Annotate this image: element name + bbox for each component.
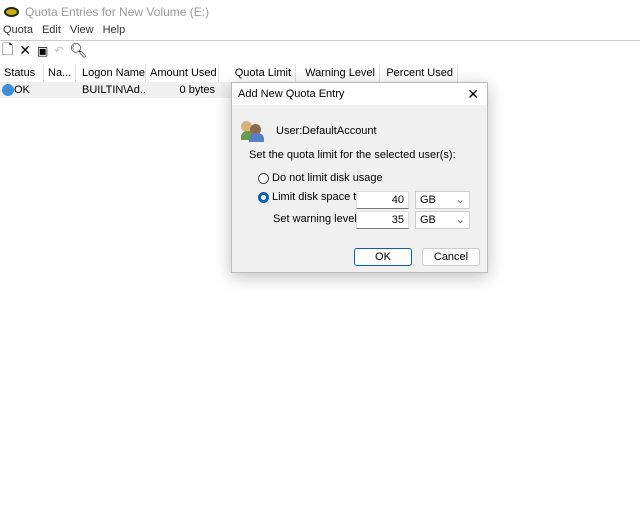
name-cell (44, 82, 76, 98)
add-quota-dialog: Add New Quota Entry ✕ User: DefaultAccou… (231, 82, 488, 273)
chevron-down-icon: ⌄ (455, 194, 465, 206)
window-title: Quota Entries for New Volume (E:) (25, 5, 210, 19)
chevron-down-icon: ⌄ (455, 214, 465, 226)
new-icon[interactable]: 🗋 (2, 39, 13, 63)
user-value: DefaultAccount (302, 125, 377, 137)
column-warning-level[interactable]: Warning Level (296, 64, 380, 82)
column-logon-name[interactable]: Logon Name (76, 64, 146, 82)
status-ok-icon (2, 84, 14, 97)
limit-value-input[interactable]: 40 (356, 191, 409, 209)
no-limit-radio[interactable]: Do not limit disk usage (258, 172, 383, 184)
toolbar: 🗋 ✕ ▣ ↶ 🔍︎ (0, 40, 640, 60)
delete-icon[interactable]: ✕ (19, 42, 31, 59)
column-status[interactable]: Status (0, 64, 44, 82)
menu-help[interactable]: Help (100, 24, 132, 40)
ok-button[interactable]: OK (354, 248, 412, 266)
find-icon[interactable]: 🔍︎ (70, 42, 88, 59)
radio-button[interactable] (258, 172, 269, 184)
column-amount-used[interactable]: Amount Used (146, 64, 219, 82)
warning-label: Set warning level to (273, 213, 369, 225)
limit-radio[interactable]: Limit disk space to (258, 191, 362, 203)
radio-button-selected[interactable] (258, 191, 269, 203)
warning-unit-select[interactable]: GB ⌄ (415, 211, 470, 229)
close-icon[interactable]: ✕ (467, 86, 479, 103)
amount-used-cell: 0 bytes (179, 84, 215, 96)
cancel-button[interactable]: Cancel (422, 248, 480, 266)
status-text: OK (14, 84, 30, 96)
user-label: User: (276, 125, 303, 137)
menu-bar: Quota Edit View Help (0, 24, 131, 40)
column-percent-used[interactable]: Percent Used (380, 64, 458, 82)
title-bar: Quota Entries for New Volume (E:) (0, 0, 640, 24)
column-name[interactable]: Na... (44, 64, 76, 82)
menu-edit[interactable]: Edit (39, 24, 67, 40)
warning-value-input[interactable]: 35 (356, 211, 409, 229)
menu-view[interactable]: View (67, 24, 100, 40)
quota-app-icon (4, 7, 19, 17)
instruction-text: Set the quota limit for the selected use… (249, 149, 456, 161)
properties-icon[interactable]: ▣ (37, 44, 48, 58)
dialog-title: Add New Quota Entry (238, 88, 345, 100)
column-quota-limit[interactable]: Quota Limit (219, 64, 296, 82)
users-icon (241, 119, 265, 142)
limit-unit-select[interactable]: GB ⌄ (415, 191, 470, 209)
undo-icon[interactable]: ↶ (54, 44, 63, 57)
logon-name-cell: BUILTIN\Ad... (82, 84, 146, 96)
table-header: Status Na... Logon Name Amount Used Quot… (0, 64, 458, 82)
